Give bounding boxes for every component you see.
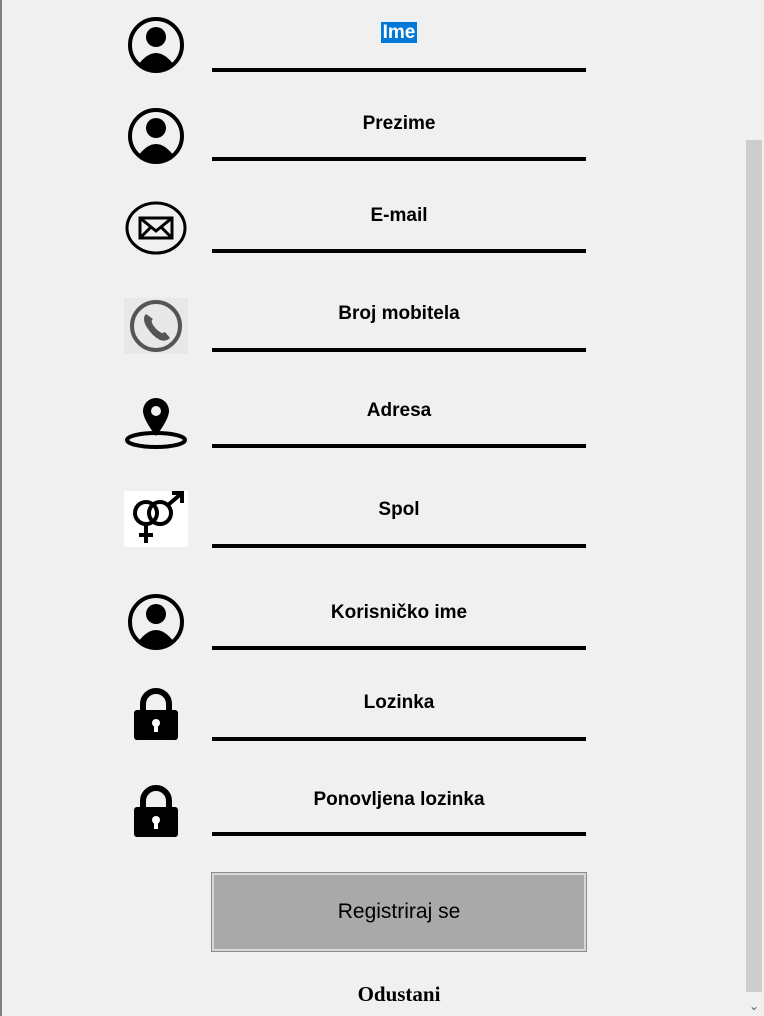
cancel-link[interactable]: Odustani <box>212 982 586 1007</box>
spol-field-underline <box>212 544 586 548</box>
korisnicko-ime-field-label: Korisničko ime <box>330 602 468 623</box>
envelope-icon <box>124 200 188 256</box>
ponovljena-lozinka-field-label: Ponovljena lozinka <box>313 789 485 810</box>
ime-field-label: Ime <box>380 22 418 43</box>
adresa-field-label: Adresa <box>366 400 432 421</box>
prezime-field-underline <box>212 157 586 161</box>
spol-field-label: Spol <box>378 499 420 520</box>
vertical-scrollbar[interactable]: ⌄ <box>744 0 764 1016</box>
scroll-down-arrow-icon[interactable]: ⌄ <box>744 996 764 1016</box>
email-field-label: E-mail <box>370 205 428 226</box>
window-left-edge <box>0 0 2 1016</box>
gender-icon <box>124 491 188 547</box>
prezime-field-label: Prezime <box>362 113 436 134</box>
location-pin-icon <box>124 394 188 450</box>
user-icon <box>124 594 188 650</box>
lozinka-field-underline <box>212 737 586 741</box>
lozinka-field-label: Lozinka <box>363 692 435 713</box>
lock-icon <box>124 686 188 742</box>
ponovljena-lozinka-field-underline <box>212 832 586 836</box>
email-field-underline <box>212 249 586 253</box>
phone-icon <box>124 298 188 354</box>
broj-mobitela-field-underline <box>212 348 586 352</box>
lock-icon <box>124 783 188 839</box>
broj-mobitela-field-label: Broj mobitela <box>338 303 460 324</box>
user-icon <box>124 17 188 73</box>
register-button[interactable]: Registriraj se <box>211 872 587 952</box>
adresa-field-underline <box>212 444 586 448</box>
scrollbar-thumb[interactable] <box>746 140 762 992</box>
user-icon <box>124 108 188 164</box>
ime-field-underline <box>212 68 586 72</box>
korisnicko-ime-field-underline <box>212 646 586 650</box>
